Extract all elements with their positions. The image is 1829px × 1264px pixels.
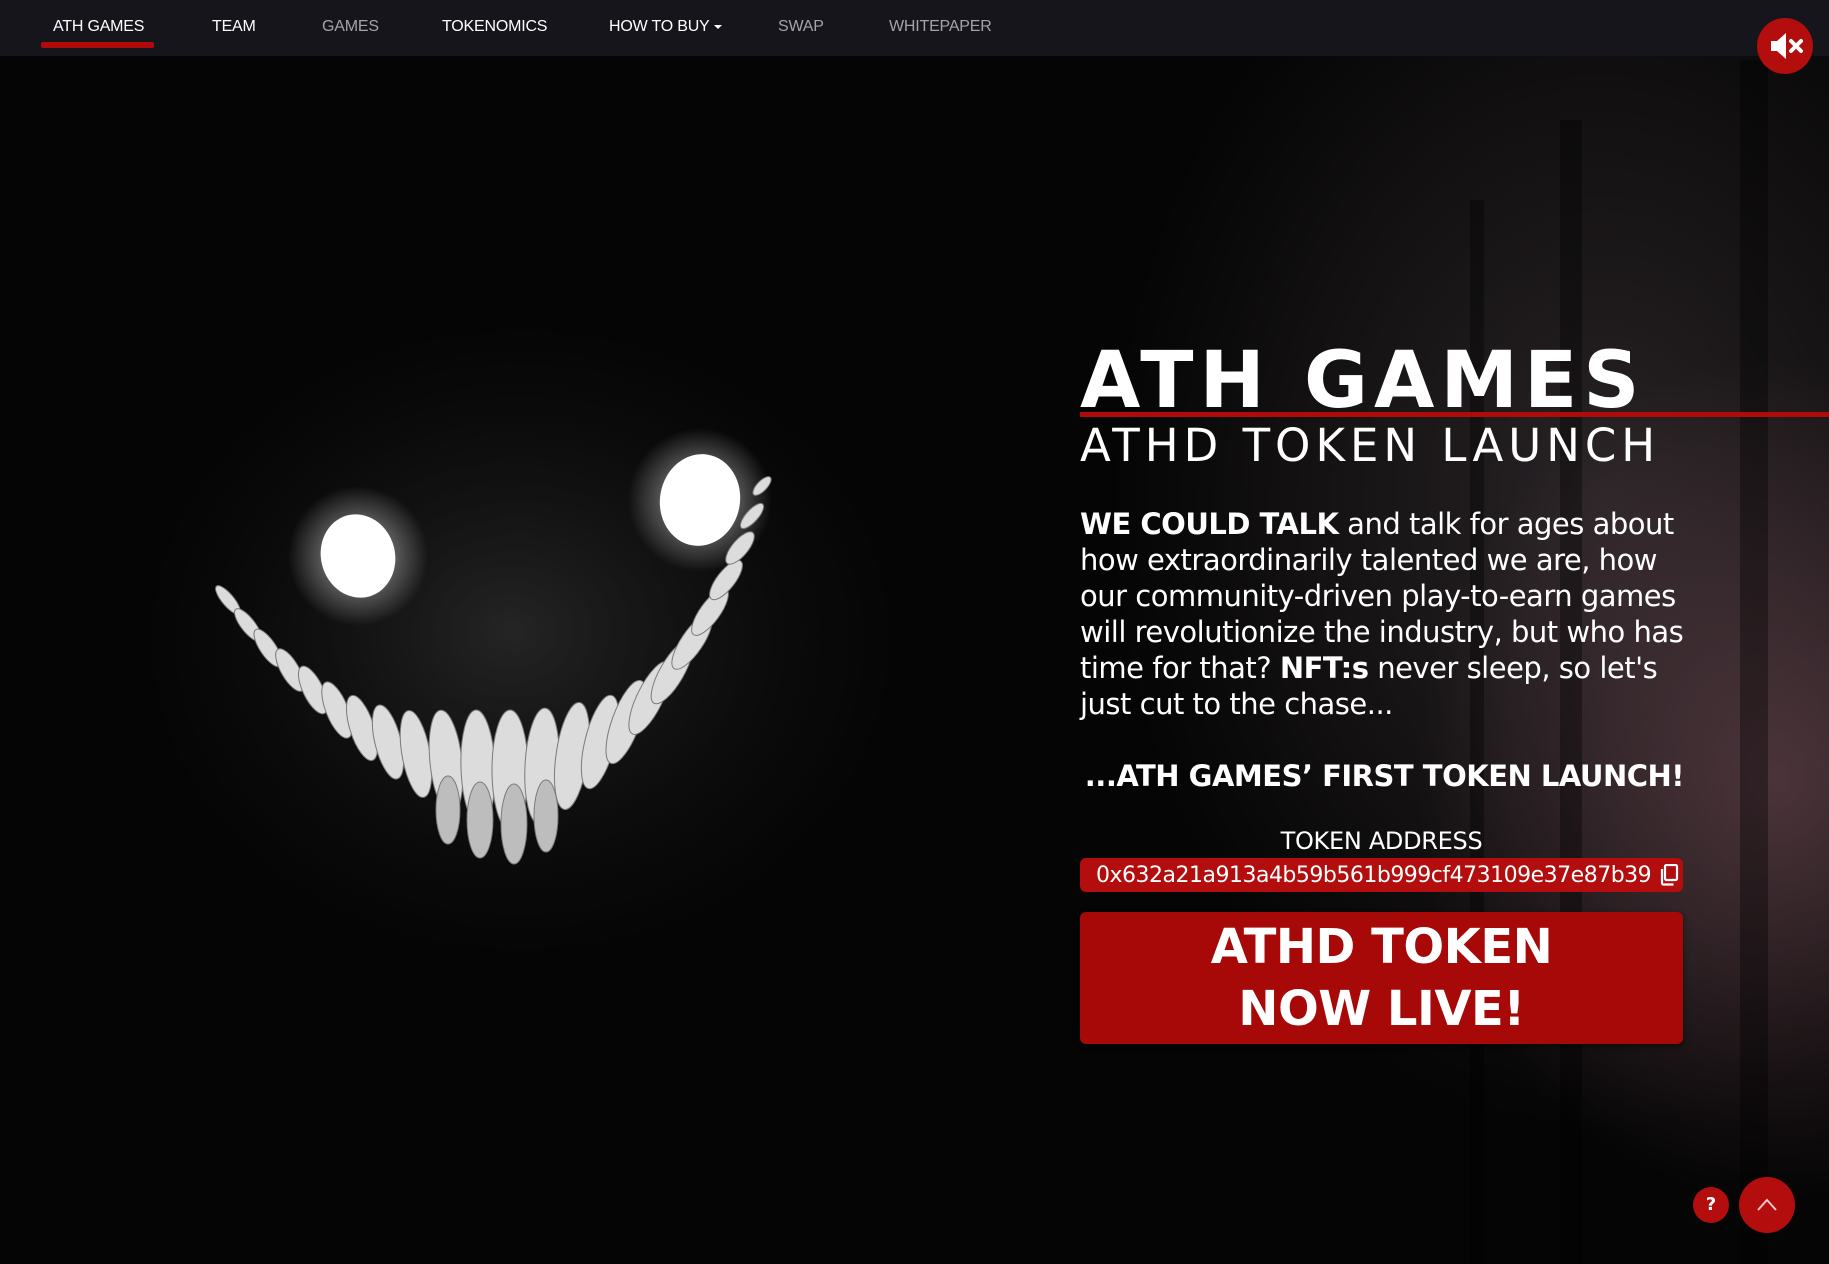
nav-item-tokenomics[interactable]: TOKENOMICS — [442, 0, 547, 56]
scroll-to-top-button[interactable] — [1739, 1177, 1795, 1233]
cta-line-1: ATHD TOKEN — [1210, 919, 1553, 975]
tree-silhouette — [1740, 60, 1768, 1264]
nav-item-whitepaper[interactable]: WHITEPAPER — [889, 0, 992, 56]
nav-item-how-to-buy[interactable]: HOW TO BUY — [609, 0, 722, 56]
grinning-monster-illustration — [180, 380, 870, 930]
top-navbar: ATH GAMES TEAM GAMES TOKENOMICS HOW TO B… — [0, 0, 1829, 56]
speaker-muted-icon — [1771, 33, 1803, 59]
token-address-copy-button[interactable]: 0x632a21a913a4b59b561b999cf473109e37e87b… — [1080, 858, 1683, 892]
token-address-label: TOKEN ADDRESS — [1280, 827, 1483, 855]
token-live-button[interactable]: ATHD TOKEN NOW LIVE! — [1080, 912, 1683, 1044]
nav-item-team[interactable]: TEAM — [212, 0, 256, 56]
hero-subtitle: ATHD TOKEN LAUNCH — [1080, 419, 1661, 472]
hero-body-nft: NFT:s — [1279, 651, 1369, 685]
nav-item-how-to-buy-label: HOW TO BUY — [609, 18, 710, 35]
title-underline — [1080, 412, 1829, 417]
hero-body-text: WE COULD TALK and talk for ages about ho… — [1080, 506, 1690, 722]
nav-item-ath-games[interactable]: ATH GAMES — [40, 0, 155, 56]
help-button[interactable]: ? — [1693, 1187, 1729, 1223]
chevron-up-icon — [1757, 1198, 1777, 1211]
token-address-value: 0x632a21a913a4b59b561b999cf473109e37e87b… — [1096, 862, 1652, 888]
cta-line-2: NOW LIVE! — [1238, 981, 1525, 1037]
hero-body-lead: WE COULD TALK — [1080, 507, 1339, 541]
hero-tagline: ...ATH GAMES’ FIRST TOKEN LAUNCH! — [1084, 759, 1685, 793]
copy-icon — [1661, 864, 1679, 886]
nav-item-swap[interactable]: SWAP — [778, 0, 824, 56]
caret-down-icon — [713, 24, 722, 29]
mute-button[interactable] — [1757, 18, 1813, 74]
nav-item-games[interactable]: GAMES — [322, 0, 379, 56]
